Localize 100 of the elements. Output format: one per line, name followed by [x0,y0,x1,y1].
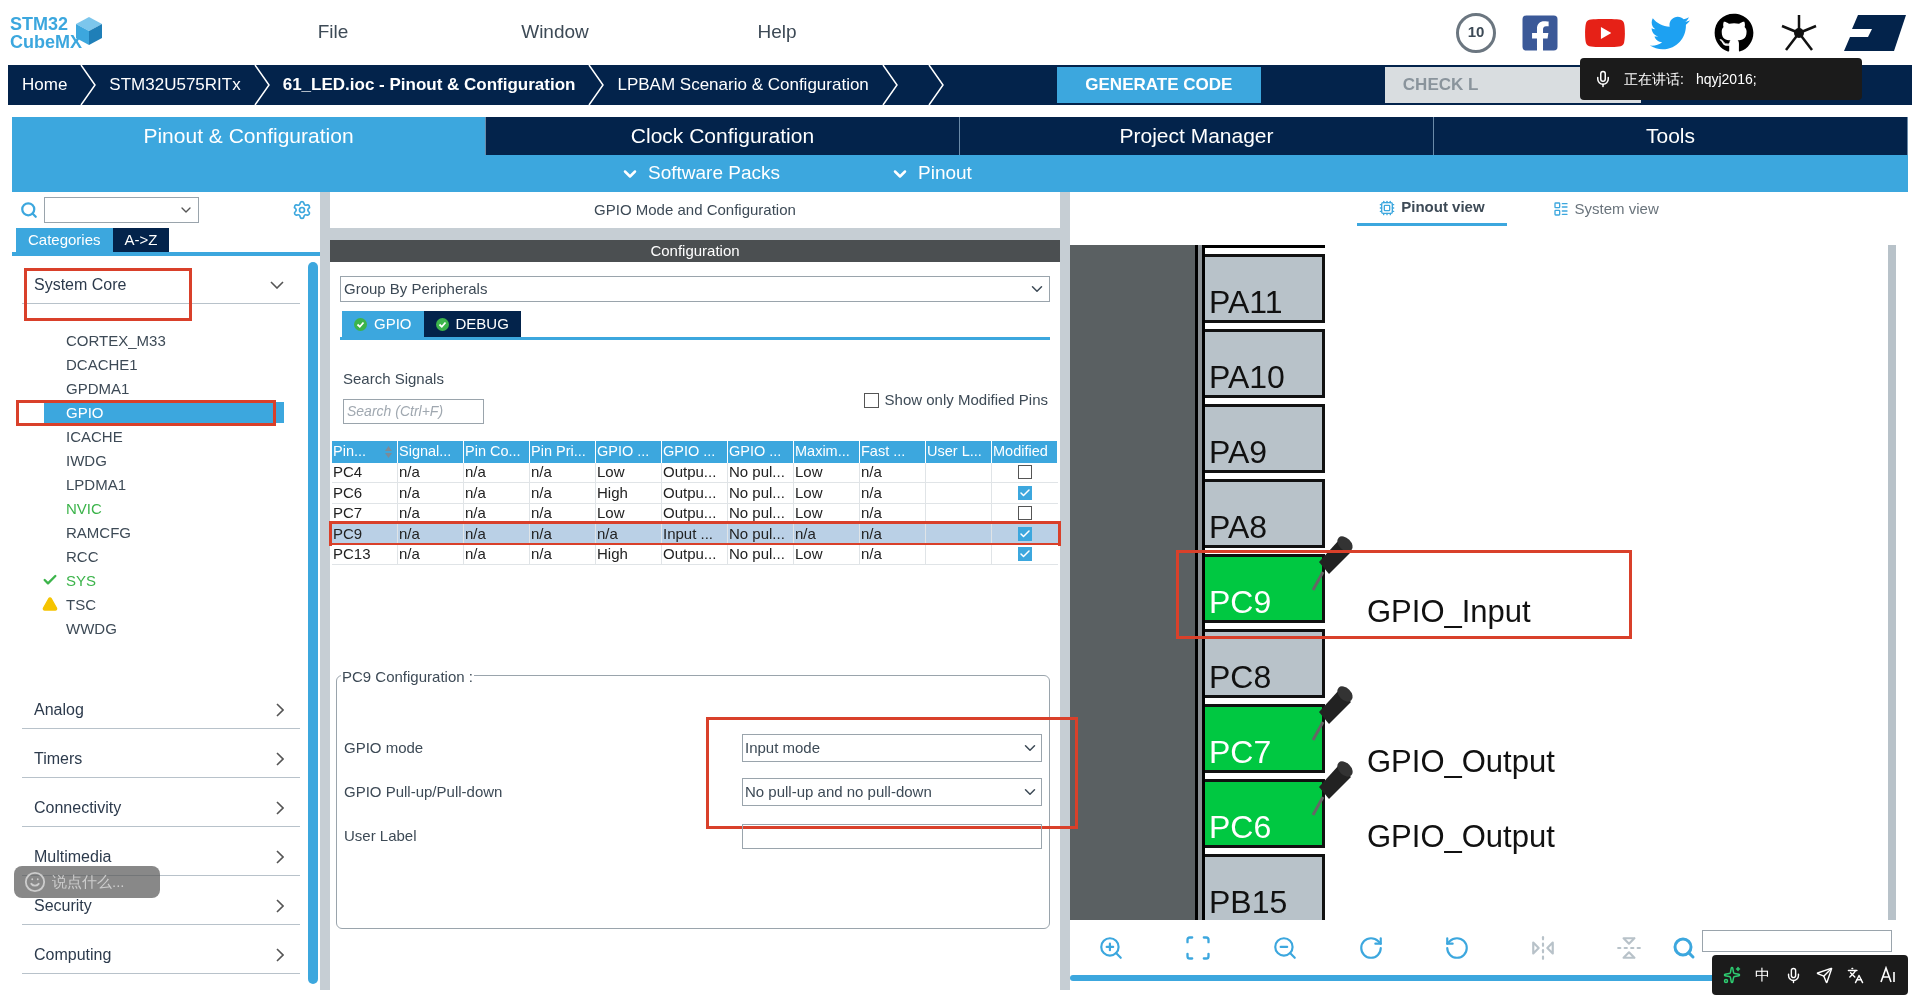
table-cell-text: Low [597,462,625,482]
breadcrumb-item[interactable]: 61_LED.ioc - Pinout & Configuration [270,72,588,98]
speaker-name: hqyj2016; [1695,69,1757,89]
rotate-right-icon[interactable] [1358,934,1384,961]
rotate-left-icon[interactable] [1444,934,1470,961]
chevron-right-icon [276,800,284,815]
table-row[interactable]: PC9 n/a n/a n/a n/a Input ... No pul... n/a n/a [332,524,1058,545]
pin-signal-label: GPIO_Output [1367,746,1555,777]
tree-item[interactable]: GPDMA1 [66,377,130,399]
field-label: GPIO mode [344,737,424,758]
search-icon[interactable] [20,201,38,219]
checkbox[interactable] [1018,506,1032,521]
table-cell-text: n/a [465,462,486,482]
tree-item[interactable]: WWDG [66,617,117,639]
category-header[interactable]: Computing [22,936,300,974]
table-cell-text: PC6 [333,482,363,503]
table-cell-text: n/a [861,544,882,564]
table-cell-text: Low [597,503,625,523]
field-label: GPIO Pull-up/Pull-down [344,781,503,802]
brand-logo-icon[interactable] [1844,12,1906,53]
table-cell-text: Input ... [663,523,714,544]
category-header[interactable]: System Core [22,266,300,304]
table-cell-text: Low [795,482,823,503]
view-tab[interactable]: Pinout view [1357,192,1507,226]
flip-vertical-icon[interactable] [1616,934,1642,961]
pin-block[interactable]: PC8 [1205,629,1325,698]
table-row[interactable]: PC4 n/a n/a n/a Low Outpu... No pul... Low n/a [332,462,1058,483]
breadcrumb-item[interactable]: LPBAM Scenario & Configuration [605,72,881,98]
tree-item[interactable]: CORTEX_M33 [66,329,166,351]
zoom-in-icon[interactable] [1098,934,1124,961]
table-cell-text: n/a [465,503,486,523]
pin-block[interactable]: PA11 [1205,254,1325,323]
tree-item[interactable]: IWDG [66,449,107,471]
chevron-icon [587,65,606,105]
logo-text: STM32 [10,14,70,33]
ime-mode-button[interactable]: 中 [1755,963,1771,987]
send-icon[interactable] [1816,966,1834,984]
table-cell-text: PC7 [333,503,363,523]
search-field[interactable] [1702,930,1892,952]
pin-signal-label: GPIO_Output [1367,821,1555,852]
table-cell-text: n/a [531,523,552,544]
github-icon[interactable] [1714,12,1754,53]
panel-tab[interactable]: A->Z [112,228,170,252]
breadcrumb-item[interactable]: Home [10,72,80,98]
ai-icon[interactable] [1878,966,1897,984]
breadcrumb-item[interactable]: STM32U575RITx [97,72,253,98]
menu-item[interactable]: File [273,18,393,47]
table-cell-text: PC4 [333,462,363,482]
input-field[interactable] [742,823,1042,849]
main-tab[interactable]: Project Manager [960,117,1434,155]
search-field[interactable]: Search (Ctrl+F) [343,398,484,424]
checkbox[interactable] [1018,547,1032,562]
zoom-out-icon[interactable] [1272,934,1298,961]
tree-item[interactable]: TSC [66,593,96,615]
tree-item[interactable]: RCC [66,545,99,567]
category-header[interactable]: Connectivity [22,789,300,827]
chevron-right-icon [276,751,284,766]
search-dropdown[interactable] [44,197,199,223]
menu-item[interactable]: Help [717,18,837,47]
table-cell-text: n/a [399,462,420,482]
pin-block[interactable]: PA9 [1205,404,1325,473]
panel-title: GPIO Mode and Configuration [330,192,1060,228]
checkbox[interactable] [1018,465,1032,480]
search-icon[interactable] [1672,935,1696,960]
pin-block[interactable]: PA10 [1205,329,1325,398]
table-row[interactable]: PC6 n/a n/a n/a High Outpu... No pul... Low n/a [332,483,1058,504]
menu-item[interactable]: Window [495,18,615,47]
table-cell-text: n/a [399,503,420,523]
tree-item[interactable]: LPDMA1 [66,473,127,495]
ime-logo-icon[interactable] [1723,966,1742,984]
view-tab[interactable]: System view [1530,192,1681,226]
list-icon [1552,201,1569,217]
checkbox[interactable] [863,392,879,408]
pin-block[interactable]: PB15 [1205,854,1325,920]
table-row[interactable]: PC13 n/a n/a n/a High Outpu... No pul... Low n/a [332,544,1058,565]
group-select[interactable]: Group By Peripherals [340,276,1050,302]
category-header[interactable]: Timers [22,740,300,778]
tree-item[interactable]: RAMCFG [66,521,131,543]
translate-icon[interactable] [1847,966,1865,984]
main-tab[interactable]: Tools [1434,117,1908,155]
tree-item[interactable]: DCACHE1 [66,353,138,375]
table-cell-text: No pul... [729,462,785,482]
checkbox[interactable] [1018,526,1032,541]
logo-text: CubeMX [10,32,82,51]
tree-item[interactable]: ICACHE [66,425,123,447]
check-circle-icon [435,317,449,331]
select-field[interactable]: No pull-up and no pull-down [742,778,1042,806]
flip-horizontal-icon[interactable] [1530,934,1556,961]
microphone-icon [1594,70,1612,88]
chip-icon [1379,199,1396,216]
section-header: Configuration [330,240,1060,262]
peripheral-tab[interactable]: DEBUG [423,311,521,337]
pin-block[interactable]: PA8 [1205,479,1325,548]
select-field[interactable]: Input mode [742,734,1042,762]
fit-icon[interactable] [1184,933,1212,962]
checkbox[interactable] [1018,485,1032,500]
settings-icon[interactable] [292,200,312,220]
category-header[interactable]: Analog [22,691,300,729]
smiley-icon [24,871,46,893]
main-tab[interactable]: Clock Configuration [486,117,960,155]
